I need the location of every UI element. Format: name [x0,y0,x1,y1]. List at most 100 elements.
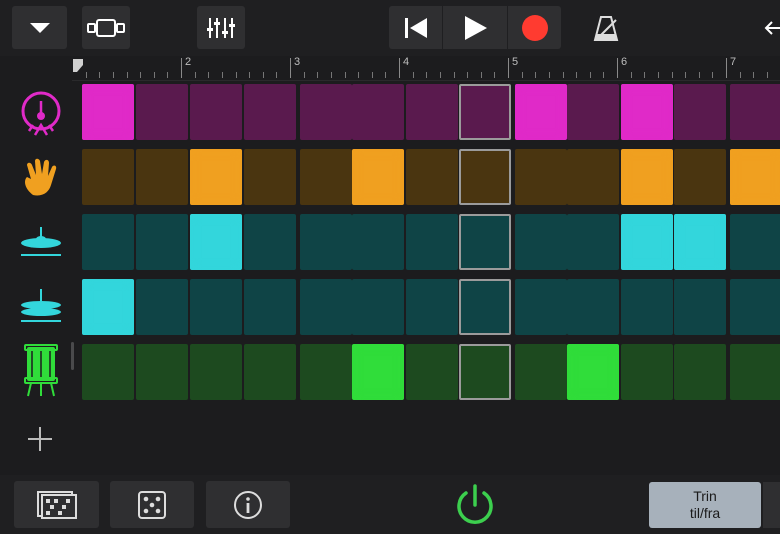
track-header-cymbal[interactable] [14,216,68,270]
step-cell[interactable] [244,84,296,140]
step-cell[interactable] [730,149,780,205]
step-cell[interactable] [190,214,242,270]
step-cell[interactable] [674,214,726,270]
step-cell[interactable] [352,84,404,140]
step-sequencer-grid [82,84,780,404]
step-cell[interactable] [621,84,673,140]
ruler-tick [753,72,754,78]
step-cell[interactable] [515,214,567,270]
step-cell[interactable] [567,279,619,335]
playhead-marker[interactable] [72,56,84,80]
step-cell[interactable] [244,214,296,270]
track-header-kick[interactable] [14,86,68,140]
step-cell[interactable] [459,214,511,270]
track-scroll-handle[interactable] [71,342,74,370]
timeline-ruler[interactable]: 2 3 4 5 6 7 [72,56,780,81]
step-cell[interactable] [244,279,296,335]
chevron-down-icon [29,22,50,33]
step-cell[interactable] [459,279,511,335]
ruler-tick [345,72,346,78]
step-cell[interactable] [621,279,673,335]
step-cell[interactable] [190,149,242,205]
step-cell[interactable] [730,214,780,270]
ruler-tick [467,72,468,78]
step-cell[interactable] [82,84,134,140]
step-cell[interactable] [82,149,134,205]
step-cell[interactable] [300,344,352,400]
step-cell[interactable] [244,149,296,205]
step-cell[interactable] [730,279,780,335]
step-cell[interactable] [730,344,780,400]
step-cell[interactable] [406,149,458,205]
step-cell[interactable] [244,344,296,400]
step-cell[interactable] [674,149,726,205]
step-cell[interactable] [674,84,726,140]
step-cell[interactable] [136,149,188,205]
step-cell[interactable] [459,344,511,400]
play-button[interactable] [443,6,507,49]
loop-browser-button[interactable] [82,6,130,49]
step-cell[interactable] [515,84,567,140]
power-icon [457,484,493,524]
step-cell[interactable] [136,214,188,270]
step-cell[interactable] [459,149,511,205]
right-panel-button[interactable] [763,482,780,528]
step-cell[interactable] [406,344,458,400]
plus-icon [28,427,52,451]
step-cell[interactable] [136,279,188,335]
step-cell[interactable] [352,344,404,400]
add-track-button[interactable] [22,424,58,454]
step-cell[interactable] [621,344,673,400]
step-cell[interactable] [515,149,567,205]
step-cell[interactable] [190,84,242,140]
step-cell[interactable] [459,84,511,140]
step-toggle-button[interactable]: Trin til/fra [649,482,761,528]
step-cell[interactable] [352,214,404,270]
step-cell[interactable] [352,279,404,335]
rewind-button[interactable] [389,6,442,49]
settings-button[interactable] [760,6,780,49]
track-header-snare[interactable] [14,342,68,397]
step-cell[interactable] [190,344,242,400]
mixer-button[interactable] [197,6,245,49]
step-cell[interactable] [300,149,352,205]
step-cell[interactable] [136,344,188,400]
step-cell[interactable] [515,279,567,335]
step-cell[interactable] [300,84,352,140]
randomize-button[interactable] [110,481,194,528]
power-button[interactable] [448,481,502,531]
info-button[interactable] [206,481,290,528]
step-cell[interactable] [515,344,567,400]
step-cell[interactable] [567,214,619,270]
step-cell[interactable] [674,279,726,335]
track-list [0,80,80,475]
step-cell[interactable] [621,149,673,205]
step-cell[interactable] [567,84,619,140]
step-cell[interactable] [674,344,726,400]
ruler-tick [522,72,523,78]
step-cell[interactable] [300,279,352,335]
ruler-tick [535,72,536,78]
step-cell[interactable] [730,84,780,140]
step-cell[interactable] [406,214,458,270]
step-cell[interactable] [352,149,404,205]
step-cell[interactable] [567,149,619,205]
step-cell[interactable] [82,214,134,270]
track-header-hihat[interactable] [14,280,68,334]
metronome-button[interactable] [586,6,626,49]
top-toolbar [0,0,780,56]
step-cell[interactable] [406,279,458,335]
step-cell[interactable] [190,279,242,335]
record-button[interactable] [508,6,561,49]
step-cell[interactable] [621,214,673,270]
ruler-bar-number: 6 [621,56,628,68]
step-cell[interactable] [300,214,352,270]
track-header-clap[interactable] [14,150,68,204]
step-cell[interactable] [82,279,134,335]
menu-button[interactable] [12,6,67,49]
patterns-button[interactable] [14,481,99,528]
step-cell[interactable] [82,344,134,400]
step-cell[interactable] [406,84,458,140]
step-cell[interactable] [567,344,619,400]
step-cell[interactable] [136,84,188,140]
